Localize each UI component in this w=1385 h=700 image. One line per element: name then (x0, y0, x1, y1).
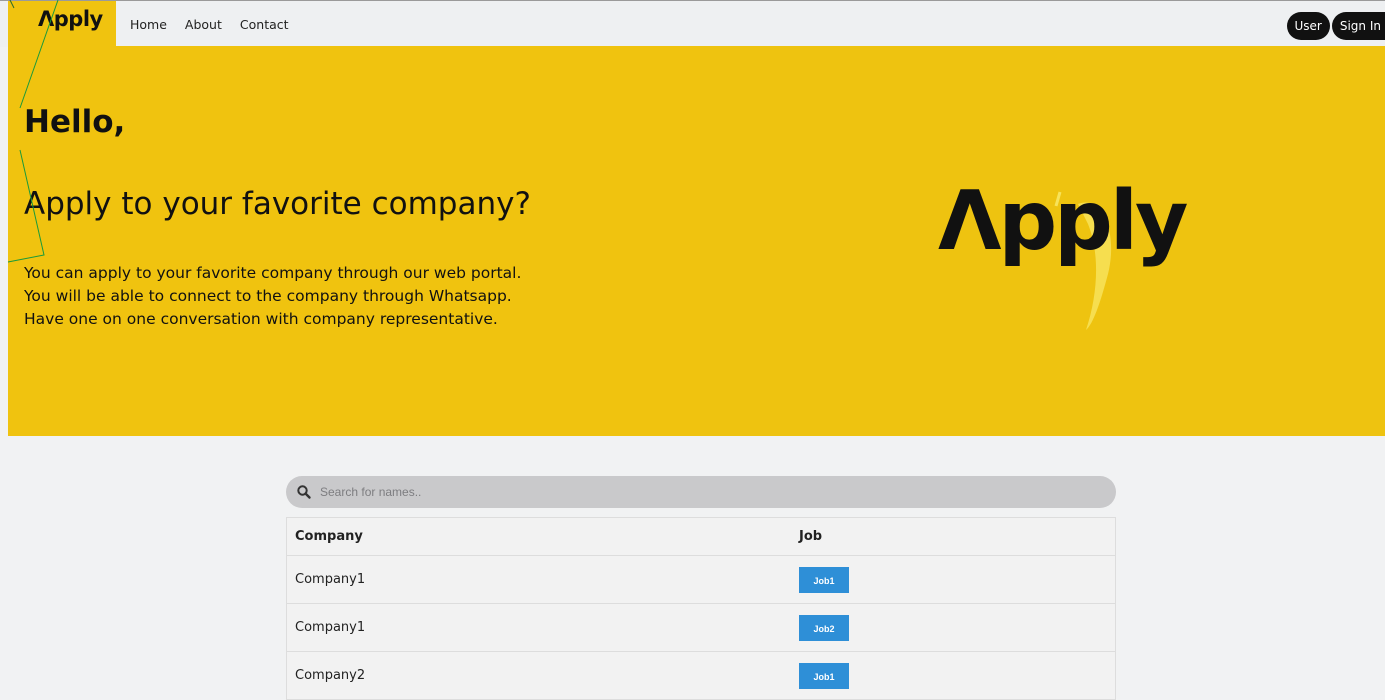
nav-link-contact[interactable]: Contact (240, 17, 289, 32)
hero-logo-text: Λpply (938, 174, 1185, 269)
nav-auth-buttons: User Sign In (1287, 12, 1385, 40)
search-input[interactable] (318, 484, 1082, 500)
nav-link-about[interactable]: About (185, 17, 222, 32)
table-row: Company2 Job1 (287, 652, 1116, 700)
sign-in-button[interactable]: Sign In (1332, 12, 1385, 40)
brand-logo-box[interactable]: Λpply (8, 1, 116, 47)
hero-description: You can apply to your favorite company t… (24, 262, 624, 331)
user-button[interactable]: User (1287, 12, 1330, 40)
job-button[interactable]: Job1 (799, 663, 849, 689)
nav-links: Home About Contact (130, 1, 289, 47)
job-cell: Job2 (799, 604, 1116, 652)
company-job-table: Company Job Company1 Job1 Company1 Job2 … (286, 517, 1116, 700)
table-header-row: Company Job (287, 518, 1116, 556)
job-cell: Job1 (799, 556, 1116, 604)
hero-logo: Λpply (928, 174, 1198, 334)
company-cell: Company1 (287, 604, 800, 652)
top-navbar: Λpply Home About Contact User Sign In (0, 0, 1385, 47)
hero-line: Have one on one conversation with compan… (24, 308, 624, 331)
search-bar[interactable] (286, 476, 1116, 508)
job-button[interactable]: Job2 (799, 615, 849, 641)
column-header-company: Company (287, 518, 800, 556)
job-cell: Job1 (799, 652, 1116, 700)
column-header-job: Job (799, 518, 1116, 556)
search-icon (296, 484, 312, 500)
job-button[interactable]: Job1 (799, 567, 849, 593)
hero-greeting: Hello, (24, 104, 125, 140)
nav-link-home[interactable]: Home (130, 17, 167, 32)
brand-logo: Λpply (38, 7, 103, 31)
hero-line: You can apply to your favorite company t… (24, 262, 624, 285)
hero-line: You will be able to connect to the compa… (24, 285, 624, 308)
table-row: Company1 Job1 (287, 556, 1116, 604)
company-cell: Company1 (287, 556, 800, 604)
company-cell: Company2 (287, 652, 800, 700)
hero-subtitle: Apply to your favorite company? (24, 186, 531, 222)
table-row: Company1 Job2 (287, 604, 1116, 652)
hero-banner: Hello, Apply to your favorite company? Y… (8, 46, 1385, 436)
